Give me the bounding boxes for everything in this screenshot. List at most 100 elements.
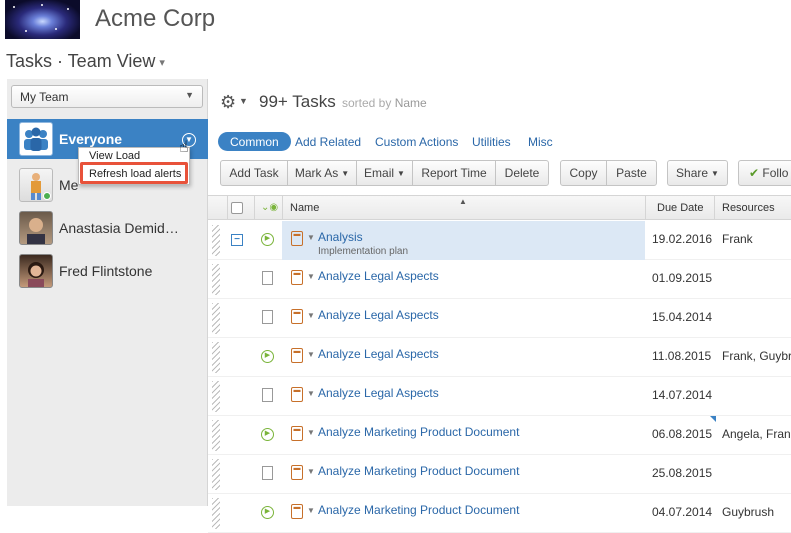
add-task-label: Add Task [229,166,279,180]
column-resources[interactable]: Resources [722,202,775,214]
chevron-down-icon[interactable]: ▼ [307,233,315,242]
drag-handle-icon[interactable] [212,225,220,256]
task-name-link[interactable]: Analyze Marketing Product Document [318,464,519,478]
due-date: 04.07.2014 [652,505,713,519]
chevron-down-icon[interactable]: ▼ [307,428,315,437]
drag-handle-icon[interactable] [212,342,220,373]
sort-field[interactable]: Name [395,96,427,110]
avatar [19,168,53,202]
copy-label: Copy [569,166,598,180]
delete-button[interactable]: Delete [495,160,549,186]
play-status-icon[interactable]: ▶ [261,506,274,519]
drag-handle-icon[interactable] [212,264,220,295]
document-icon [262,271,273,285]
table-row[interactable]: ▬ ▼ Analyze Legal Aspects 14.07.2014 [208,377,791,416]
resources: Frank, Guybr [722,349,791,363]
group-avatar-icon [19,122,53,156]
chevron-down-icon: ▼ [341,168,350,178]
chevron-down-icon[interactable]: ▼ [307,506,315,515]
task-name-link[interactable]: Analyze Marketing Product Document [318,425,519,439]
copy-button[interactable]: Copy [560,160,607,186]
due-date: 15.04.2014 [652,310,713,324]
drag-handle-icon[interactable] [212,303,220,334]
email-button[interactable]: Email ▼ [356,160,413,186]
follow-label: Follo [762,166,789,180]
clipboard-icon: ▬ [291,426,303,441]
table-row[interactable]: ▶ ▬ ▼ Analyze Marketing Product Document 04.… [208,494,791,533]
task-name-link[interactable]: Analysis [318,230,363,244]
share-button[interactable]: Share ▼ [667,160,728,186]
delete-label: Delete [504,166,540,180]
task-name-link[interactable]: Analyze Legal Aspects [318,269,439,283]
add-task-button[interactable]: Add Task [220,160,288,186]
clipboard-icon: ▬ [291,231,303,246]
task-count-title: 99+ Tasks [259,92,336,111]
drag-handle-icon[interactable] [212,498,220,529]
select-all-checkbox[interactable] [231,202,243,214]
tab-common[interactable]: Common [218,132,291,151]
tab-custom-actions[interactable]: Custom Actions [375,135,458,154]
row-collapse-icon[interactable]: − [231,234,243,246]
sort-prefix: sorted by [342,96,392,110]
chevron-down-icon[interactable]: ▼ [239,96,248,106]
chevron-down-icon[interactable]: ▾ [159,57,165,69]
task-name-link[interactable]: Analyze Legal Aspects [318,308,439,322]
clipboard-icon: ▬ [291,270,303,285]
drag-handle-icon[interactable] [212,420,220,451]
table-row[interactable]: ▶ ▬ ▼ Analyze Marketing Product Document 06.… [208,416,791,455]
team-sidebar: My Team ▼ Everyone ▼ Me Anastasia Demid…… [7,79,208,506]
table-row[interactable]: ▬ ▼ Analyze Marketing Product Document 25.0… [208,455,791,494]
email-label: Email [364,166,395,180]
avatar [19,211,53,245]
column-due-date[interactable]: Due Date [657,202,703,214]
play-status-icon[interactable]: ▶ [261,350,274,363]
column-name[interactable]: Name [290,202,319,214]
resources: Guybrush [722,505,775,519]
task-name-link[interactable]: Analyze Legal Aspects [318,347,439,361]
due-date: 19.02.2016 [652,232,713,246]
document-icon [262,466,273,480]
task-parent-label: Implementation plan [318,246,409,257]
tab-utilities[interactable]: Utilities [472,135,511,154]
task-name-link[interactable]: Analyze Marketing Product Document [318,503,519,517]
team-select[interactable]: My Team ▼ [11,85,203,108]
resources: Frank [722,232,753,246]
drag-handle-icon[interactable] [212,459,220,490]
check-icon: ✔ [749,166,760,180]
tab-add-related[interactable]: Add Related [295,135,361,154]
sidebar-member-fred[interactable]: Fred Flintstone [7,251,208,291]
play-status-icon[interactable]: ▶ [261,428,274,441]
sidebar-member-anastasia[interactable]: Anastasia Demid… [7,208,208,248]
task-name-link[interactable]: Analyze Legal Aspects [318,386,439,400]
page-title[interactable]: Tasks · Team View ▾ [6,51,165,72]
page-title-text: Tasks · Team View [6,51,156,71]
follow-button[interactable]: ✔ Follo [738,160,791,186]
hand-cursor-icon: ☝ [179,139,189,156]
chevron-down-icon: ▼ [397,168,405,178]
chevron-down-icon[interactable]: ▼ [307,467,315,476]
report-time-button[interactable]: Report Time [412,160,496,186]
paste-button[interactable]: Paste [606,160,657,186]
table-row[interactable]: ▬ ▼ Analyze Legal Aspects 15.04.2014 [208,299,791,338]
team-select-value: My Team [20,90,69,104]
table-row[interactable]: ▶ ▬ ▼ Analyze Legal Aspects 11.08.2015 Frank,… [208,338,791,377]
highlight-annotation [80,162,188,184]
member-name: Everyone [59,131,123,147]
status-filter-icon[interactable]: ⌄◉ [261,202,278,213]
table-row[interactable]: ▬ ▼ Analyze Legal Aspects 01.09.2015 [208,260,791,299]
mark-as-button[interactable]: Mark As ▼ [287,160,357,186]
tab-misc[interactable]: Misc [528,135,553,154]
document-icon [262,310,273,324]
chevron-down-icon[interactable]: ▼ [307,389,315,398]
drag-handle-icon[interactable] [212,381,220,412]
chevron-down-icon[interactable]: ▼ [307,272,315,281]
play-status-icon[interactable]: ▶ [261,233,274,246]
chevron-down-icon[interactable]: ▼ [307,311,315,320]
chevron-down-icon[interactable]: ▼ [307,350,315,359]
paste-label: Paste [616,166,647,180]
due-date: 06.08.2015 [652,427,713,441]
company-name: Acme Corp [95,5,216,32]
gear-icon[interactable]: ⚙ [220,92,236,113]
table-row[interactable]: − ▶ ▬ ▼ Analysis Implementation plan 19.02.201… [208,221,791,260]
due-date: 14.07.2014 [652,388,713,402]
